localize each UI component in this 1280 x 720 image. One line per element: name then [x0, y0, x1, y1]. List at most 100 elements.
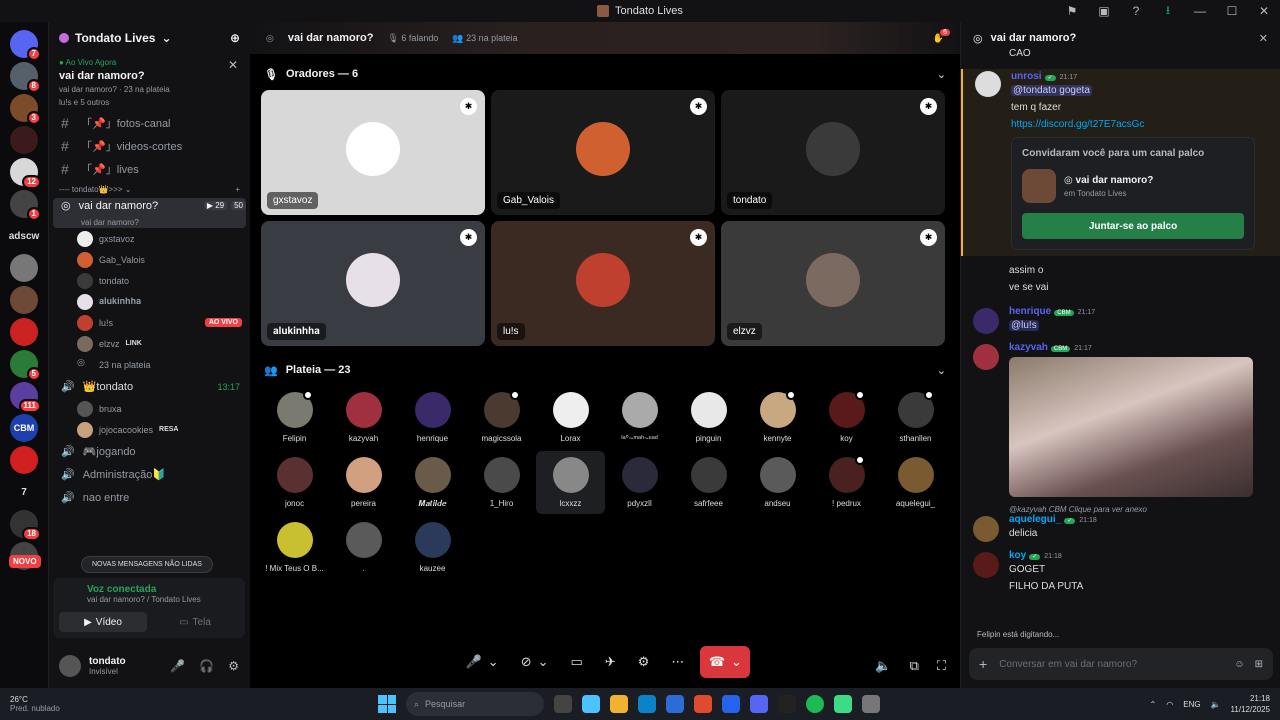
- message-author[interactable]: koy: [1009, 550, 1026, 561]
- chat-input[interactable]: + Conversar em vai dar namoro? ☺ ⊞: [969, 648, 1273, 680]
- add-member-icon[interactable]: ⊕: [230, 31, 240, 45]
- leave-call-button[interactable]: ☎ ⌄: [700, 646, 751, 678]
- text-channel[interactable]: # 「📌」videos-cortes: [49, 134, 250, 157]
- task-view-icon[interactable]: [554, 695, 572, 713]
- audience-header[interactable]: 👥 Plateia — 23 ⌄: [250, 354, 960, 386]
- chevron-up-icon[interactable]: ⌃: [1150, 700, 1157, 709]
- activity-toggle[interactable]: ✈: [599, 646, 622, 678]
- screen-icon[interactable]: ▣: [1088, 4, 1120, 18]
- server-icon[interactable]: 18: [10, 510, 41, 541]
- avatar[interactable]: [973, 516, 999, 542]
- screen-share-toggle[interactable]: ▭: [565, 646, 589, 678]
- volume-icon[interactable]: 🔈: [875, 658, 891, 674]
- audience-member[interactable]: koy: [812, 386, 881, 449]
- invite-icon[interactable]: ✋ 6: [933, 28, 950, 44]
- audience-member[interactable]: 𝑴𝒂𝒕𝒊𝒍𝒅𝒆: [398, 451, 467, 514]
- avatar[interactable]: [973, 308, 999, 334]
- live-now-card[interactable]: ● Ao Vivo Agora vai dar namoro? vai dar …: [53, 54, 246, 111]
- terminal-icon[interactable]: [778, 695, 796, 713]
- more-options[interactable]: ⋯: [665, 646, 690, 678]
- spotify-icon[interactable]: [806, 695, 824, 713]
- brave-icon[interactable]: [694, 695, 712, 713]
- voice-channel-tondato[interactable]: 🔊 👑tondato 13:17: [49, 375, 250, 398]
- server-header[interactable]: Tondato Lives ⌄ ⊕: [49, 22, 250, 54]
- server-icon[interactable]: 111: [10, 382, 41, 413]
- audience-member[interactable]: ! pedrux: [812, 451, 881, 514]
- audience-member[interactable]: .: [329, 516, 398, 579]
- avatar[interactable]: [973, 552, 999, 578]
- camera-toggle[interactable]: ⊘ ⌄: [515, 646, 555, 678]
- audience-member[interactable]: Felipin: [260, 386, 329, 449]
- audience-member[interactable]: pinguin: [674, 386, 743, 449]
- stage-user[interactable]: gxstavoz: [77, 228, 250, 249]
- server-icon[interactable]: adscw: [9, 222, 40, 250]
- audience-member[interactable]: ᴵᵃ°~ᵐᵃʰ~ᵉᵃᵈ: [605, 386, 674, 449]
- speaker-tile[interactable]: Gab_Valois ✱: [491, 90, 715, 215]
- server-icon[interactable]: 8: [10, 62, 41, 93]
- settings-icon[interactable]: [862, 695, 880, 713]
- download-icon[interactable]: ⭳: [1152, 1, 1184, 22]
- audience-member[interactable]: sthanllen: [881, 386, 950, 449]
- image-attachment[interactable]: [1009, 357, 1253, 497]
- avatar[interactable]: [973, 344, 999, 370]
- server-icon[interactable]: [10, 254, 38, 282]
- close-icon[interactable]: ✕: [228, 58, 238, 72]
- mic-icon[interactable]: 🎤: [170, 659, 185, 673]
- add-attachment-icon[interactable]: +: [979, 656, 987, 672]
- audience-member[interactable]: aquelegui_: [881, 451, 950, 514]
- language-indicator[interactable]: ENG: [1183, 700, 1200, 709]
- video-button[interactable]: ▶ Vídeo: [59, 612, 147, 632]
- voice-channel-info[interactable]: vai dar namoro? / Tondato Lives: [87, 595, 239, 604]
- speaker-tile[interactable]: 𝐚𝐥𝐮𝐤𝐢𝐧𝐡𝐡𝐚 ✱: [261, 221, 485, 346]
- server-icon[interactable]: 3: [10, 94, 41, 125]
- close-button[interactable]: ✕: [1248, 4, 1280, 18]
- mic-toggle[interactable]: 🎤 ⌄: [460, 646, 505, 678]
- avatar[interactable]: [975, 71, 1001, 97]
- discord-icon[interactable]: [750, 695, 768, 713]
- text-channel[interactable]: # 「📌」fotos-canal: [49, 111, 250, 134]
- audience-member[interactable]: jonoc: [260, 451, 329, 514]
- start-button[interactable]: [378, 695, 396, 713]
- edge-icon[interactable]: [638, 695, 656, 713]
- audience-member[interactable]: ! Mix Teus O B...: [260, 516, 329, 579]
- audience-member[interactable]: kauzee: [398, 516, 467, 579]
- android-icon[interactable]: [834, 695, 852, 713]
- explorer-icon[interactable]: [610, 695, 628, 713]
- audience-member[interactable]: 1_Hiro: [467, 451, 536, 514]
- join-stage-button[interactable]: Juntar-se ao palco: [1022, 213, 1244, 239]
- clock[interactable]: 21:18 11/12/2025: [1231, 693, 1270, 715]
- avatar[interactable]: [59, 655, 81, 677]
- audience-member[interactable]: lcxxzz: [536, 451, 605, 514]
- server-icon[interactable]: [10, 286, 38, 314]
- audience-member[interactable]: kennyte: [743, 386, 812, 449]
- volume-icon[interactable]: 🔈: [1211, 700, 1221, 709]
- server-icon[interactable]: 12: [10, 158, 41, 189]
- server-icon[interactable]: [10, 318, 38, 346]
- popout-icon[interactable]: ⧉: [910, 658, 919, 674]
- stage-user[interactable]: elzvz LINK: [77, 333, 250, 354]
- emoji-icon[interactable]: ☺: [1234, 659, 1244, 670]
- server-icon[interactable]: 5: [10, 350, 41, 381]
- stage-settings[interactable]: ⚙: [632, 646, 656, 678]
- speaker-tile[interactable]: gxstavoz ✱: [261, 90, 485, 215]
- wifi-icon[interactable]: ◠: [1166, 700, 1173, 709]
- audience-member[interactable]: Lorax: [536, 386, 605, 449]
- weather-widget[interactable]: 26°C Pred. nublado: [10, 695, 60, 713]
- maximize-button[interactable]: ☐: [1216, 4, 1248, 18]
- audience-member[interactable]: safrfeee: [674, 451, 743, 514]
- speaker-tile[interactable]: lu!s ✱: [491, 221, 715, 346]
- message-author[interactable]: kazyvah: [1009, 342, 1048, 353]
- audience-member[interactable]: pereira: [329, 451, 398, 514]
- minimize-button[interactable]: —: [1184, 4, 1216, 18]
- headphones-icon[interactable]: 🎧: [199, 659, 214, 673]
- server-icon[interactable]: 1: [10, 190, 41, 221]
- audience-member[interactable]: henrique: [398, 386, 467, 449]
- voice-user[interactable]: bruxa: [77, 398, 250, 419]
- store-icon[interactable]: [666, 695, 684, 713]
- invite-link[interactable]: https://discord.gg/t27E7acsGc: [1011, 116, 1268, 133]
- text-channel[interactable]: # 「📌」lives: [49, 157, 250, 180]
- voice-channel[interactable]: 🔊 Administração🔰: [49, 463, 250, 486]
- audience-member[interactable]: andseu: [743, 451, 812, 514]
- stage-user[interactable]: 𝐚𝐥𝐮𝐤𝐢𝐧𝐡𝐡𝐚: [77, 291, 250, 312]
- voice-channel[interactable]: 🔊 🎮jogando: [49, 440, 250, 463]
